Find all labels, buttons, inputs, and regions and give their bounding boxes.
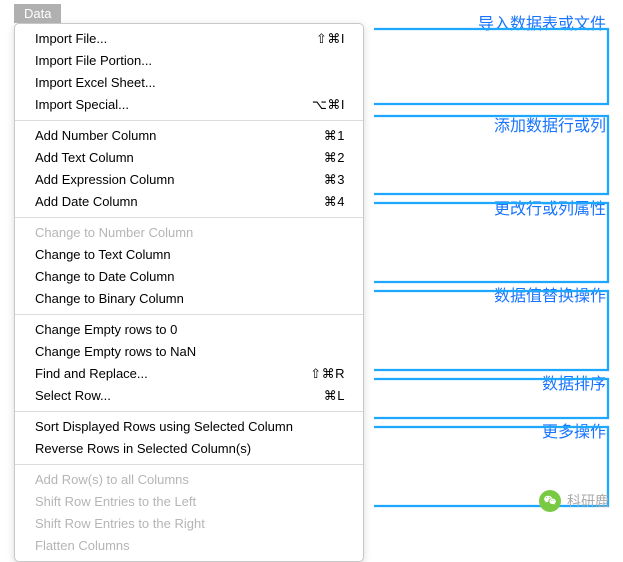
menu-item-shortcut: ⌘4: [324, 193, 345, 211]
menu-item: Flatten Columns: [15, 535, 363, 557]
menu-body: Import File... ⇧⌘I Import File Portion... I…: [14, 23, 364, 562]
menu-item-label: Import Excel Sheet...: [35, 74, 156, 92]
menu-item-label: Change to Binary Column: [35, 290, 184, 308]
bracket-icon: [374, 201, 614, 286]
menu-item[interactable]: Add Number Column ⌘1: [15, 125, 363, 147]
menu-item-label: Import File Portion...: [35, 52, 152, 70]
menu-separator: [15, 314, 363, 315]
menu-item-label: Shift Row Entries to the Right: [35, 515, 205, 533]
menu-item[interactable]: Reverse Rows in Selected Column(s): [15, 438, 363, 460]
menu-item-label: Add Row(s) to all Columns: [35, 471, 189, 489]
annotation-group: 数据值替换操作: [374, 282, 614, 310]
menu-item[interactable]: Select Row... ⌘L: [15, 385, 363, 407]
menu-item: Shift Row Entries to the Left: [15, 491, 363, 513]
menu-item-label: Find and Replace...: [35, 365, 148, 383]
menu-item-label: Change Empty rows to NaN: [35, 343, 196, 361]
menu-item-shortcut: ⌘L: [324, 387, 345, 405]
menu-item[interactable]: Change Empty rows to 0: [15, 319, 363, 341]
menu-separator: [15, 411, 363, 412]
menu-item-label: Sort Displayed Rows using Selected Colum…: [35, 418, 293, 436]
menu-item-label: Reverse Rows in Selected Column(s): [35, 440, 251, 458]
menu-item-shortcut: ⌥⌘I: [312, 96, 345, 114]
data-menu: Data Import File... ⇧⌘I Import File Portio…: [14, 4, 364, 562]
menu-item-label: Add Text Column: [35, 149, 134, 167]
menu-item[interactable]: Change to Text Column: [15, 244, 363, 266]
menu-item[interactable]: Import Special... ⌥⌘I: [15, 94, 363, 116]
watermark-text: 科研鹿: [567, 491, 609, 511]
menu-item: Add Row(s) to all Columns: [15, 469, 363, 491]
annotation-group: 数据排序: [374, 370, 614, 398]
menu-item[interactable]: Change Empty rows to NaN: [15, 341, 363, 363]
menu-item[interactable]: Find and Replace... ⇧⌘R: [15, 363, 363, 385]
menu-item-label: Shift Row Entries to the Left: [35, 493, 196, 511]
menu-item-label: Import Special...: [35, 96, 129, 114]
menu-item-label: Select Row...: [35, 387, 111, 405]
bracket-icon: [374, 377, 614, 422]
menu-item-label: Change to Date Column: [35, 268, 174, 286]
menu-item-shortcut: ⌘3: [324, 171, 345, 189]
annotation-group: 添加数据行或列: [374, 112, 614, 140]
menu-item: Change to Number Column: [15, 222, 363, 244]
menu-item[interactable]: Import File Portion...: [15, 50, 363, 72]
menu-item-label: Flatten Columns: [35, 537, 130, 555]
menu-item[interactable]: Add Text Column ⌘2: [15, 147, 363, 169]
watermark: 科研鹿: [539, 490, 609, 512]
bracket-icon: [374, 289, 614, 374]
annotation-group: 更多操作: [374, 418, 614, 446]
menu-item[interactable]: Import Excel Sheet...: [15, 72, 363, 94]
menu-item[interactable]: Change to Binary Column: [15, 288, 363, 310]
menu-item-label: Import File...: [35, 30, 107, 48]
wechat-icon: [539, 490, 561, 512]
menu-item-shortcut: ⇧⌘R: [310, 365, 345, 383]
annotation-group: 更改行或列属性: [374, 195, 614, 223]
menu-item[interactable]: Add Date Column ⌘4: [15, 191, 363, 213]
menu-item[interactable]: Add Expression Column ⌘3: [15, 169, 363, 191]
menu-item-label: Add Number Column: [35, 127, 156, 145]
menu-item[interactable]: Change to Date Column: [15, 266, 363, 288]
annotation-group: 导入数据表或文件: [374, 10, 614, 38]
menu-item-label: Add Expression Column: [35, 171, 174, 189]
menu-item-shortcut: ⌘1: [324, 127, 345, 145]
menu-item: Shift Row Entries to the Right: [15, 513, 363, 535]
menu-item[interactable]: Sort Displayed Rows using Selected Colum…: [15, 416, 363, 438]
menu-separator: [15, 217, 363, 218]
menu-item-label: Add Date Column: [35, 193, 138, 211]
menu-item-label: Change to Text Column: [35, 246, 171, 264]
bracket-icon: [374, 27, 614, 108]
menu-item-shortcut: ⇧⌘I: [316, 30, 345, 48]
menu-separator: [15, 464, 363, 465]
menu-title: Data: [14, 4, 61, 23]
menu-item-shortcut: ⌘2: [324, 149, 345, 167]
menu-separator: [15, 120, 363, 121]
menu-item-label: Change Empty rows to 0: [35, 321, 177, 339]
menu-item[interactable]: Import File... ⇧⌘I: [15, 28, 363, 50]
menu-item-label: Change to Number Column: [35, 224, 193, 242]
bracket-icon: [374, 114, 614, 198]
